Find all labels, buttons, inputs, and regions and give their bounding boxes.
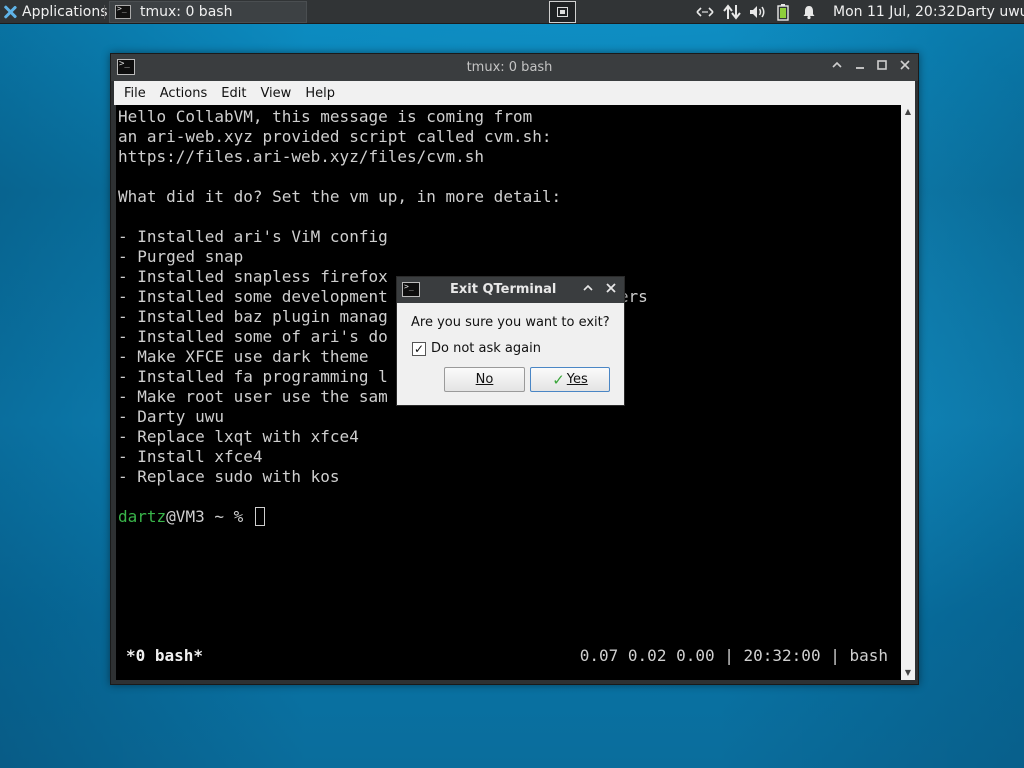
maximize-button[interactable] <box>874 59 890 75</box>
dialog-message: Are you sure you want to exit? <box>411 315 610 330</box>
dialog-title: Exit QTerminal <box>450 282 557 297</box>
applications-menu-button[interactable]: Applications <box>0 0 108 24</box>
taskbar-button-terminal[interactable]: tmux: 0 bash <box>109 1 307 23</box>
menu-bar: File Actions Edit View Help <box>114 81 915 105</box>
terminal-line: - Purged snap <box>118 247 244 266</box>
terminal-scrollbar[interactable]: ▲ ▼ <box>901 105 915 680</box>
close-button[interactable] <box>897 59 913 75</box>
terminal-line: - Make root user use the sam <box>118 387 388 406</box>
panel-separator <box>104 5 105 19</box>
yes-button[interactable]: ✓ Yes <box>530 367 610 392</box>
dialog-titlebar[interactable]: Exit QTerminal <box>397 277 624 303</box>
window-titlebar[interactable]: tmux: 0 bash <box>111 54 918 81</box>
prompt-username: dartz <box>118 507 167 526</box>
do-not-ask-label[interactable]: Do not ask again <box>431 341 541 356</box>
minimize-button[interactable] <box>852 59 868 75</box>
exit-dialog: Exit QTerminal Are you sure you want to … <box>396 276 625 406</box>
battery-icon[interactable] <box>776 4 790 21</box>
text-cursor <box>254 507 265 526</box>
window-title: tmux: 0 bash <box>466 60 553 75</box>
do-not-ask-checkbox[interactable]: ✓ <box>412 342 426 356</box>
terminal-line: - Darty uwu <box>118 407 224 426</box>
terminal-line: Hello CollabVM, this message is coming f… <box>118 107 533 126</box>
keep-above-icon[interactable] <box>829 59 845 75</box>
menu-actions[interactable]: Actions <box>160 86 208 101</box>
prompt-host-path: @VM3 ~ % <box>166 507 253 526</box>
yes-button-label: Yes <box>566 372 588 387</box>
volume-icon[interactable] <box>748 4 768 20</box>
terminal-line: - Installed ari's ViM config <box>118 227 388 246</box>
menu-file[interactable]: File <box>124 86 146 101</box>
transfer-icon[interactable] <box>722 4 742 20</box>
terminal-line: - Installed snapless firefox <box>118 267 388 286</box>
terminal-line: - Installed baz plugin manag <box>118 307 388 326</box>
network-arrows-icon[interactable] <box>694 4 716 20</box>
shell-prompt: dartz@VM3 ~ % <box>118 507 265 526</box>
terminal-line: an ari-web.xyz provided script called cv… <box>118 127 552 146</box>
menu-edit[interactable]: Edit <box>221 86 246 101</box>
scroll-down-arrow-icon[interactable]: ▼ <box>901 666 915 680</box>
tmux-status-right: 0.07 0.02 0.00 | 20:32:00 | bash <box>579 646 888 665</box>
terminal-line: - Replace lxqt with xfce4 <box>118 427 359 446</box>
applications-label: Applications <box>22 4 108 20</box>
menu-view[interactable]: View <box>260 86 291 101</box>
xfce-logo-icon <box>3 5 17 19</box>
workspace-window-icon <box>557 7 568 17</box>
menu-help[interactable]: Help <box>305 86 335 101</box>
terminal-icon <box>115 4 131 19</box>
dialog-close-button[interactable] <box>603 282 619 298</box>
panel-user-name[interactable]: Darty uwu <box>956 4 1024 20</box>
top-panel: Applications tmux: 0 bash Mon 11 Jul, 20… <box>0 0 1024 24</box>
checkmark-icon: ✓ <box>552 370 565 389</box>
no-button-label: No <box>475 372 494 387</box>
taskbar-button-label: tmux: 0 bash <box>140 4 233 20</box>
terminal-icon <box>402 282 420 297</box>
terminal-line: - Install xfce4 <box>118 447 263 466</box>
no-button[interactable]: No <box>444 367 525 392</box>
terminal-line: What did it do? Set the vm up, in more d… <box>118 187 562 206</box>
scroll-up-arrow-icon[interactable]: ▲ <box>901 105 915 119</box>
keep-above-icon[interactable] <box>580 282 596 298</box>
terminal-line: - Make XFCE use dark theme <box>118 347 369 366</box>
terminal-line: https://files.ari-web.xyz/files/cvm.sh <box>118 147 485 166</box>
notification-bell-icon[interactable] <box>800 4 818 20</box>
panel-clock[interactable]: Mon 11 Jul, 20:32 <box>833 4 955 20</box>
tmux-window-list: *0 bash* <box>126 646 204 665</box>
terminal-line: - Replace sudo with kos <box>118 467 340 486</box>
workspace-switcher[interactable] <box>549 1 576 23</box>
terminal-line: - Installed some of ari's do <box>118 327 388 346</box>
